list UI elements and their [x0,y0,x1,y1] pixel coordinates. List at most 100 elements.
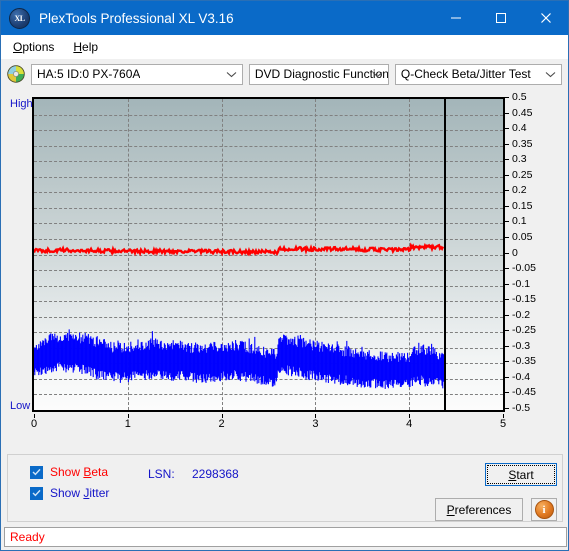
app-icon: XL [9,7,30,29]
optical-disc-icon [7,65,25,83]
x-axis-tick [503,414,504,418]
controls-group: Show Beta Show Jitter LSN: 2298368 Start… [7,454,563,522]
test-select-value: Q-Check Beta/Jitter Test [400,67,531,81]
data-end-marker-line [443,99,446,410]
lsn-label: LSN: [148,467,175,481]
y-axis-tick [505,268,509,270]
window-controls [433,1,568,35]
y-axis-tick-label: -0.2 [512,308,531,321]
function-select-value: DVD Diagnostic Functions [254,67,388,81]
y-axis-tick [505,174,509,176]
y-axis-tick [505,236,509,238]
y-axis-tick-label: 0.3 [512,153,527,166]
menu-item-label: elp [82,39,99,54]
y-axis-tick [505,190,509,192]
window-title: PlexTools Professional XL V3.16 [39,10,234,26]
y-axis-tick [505,128,509,130]
y-axis-tick-label: 0.25 [512,168,533,181]
lsn-value: 2298368 [192,467,239,481]
x-axis-tick-label: 0 [30,418,38,430]
y-axis-tick [505,376,509,378]
title-bar: XL PlexTools Professional XL V3.16 [1,1,568,35]
axis-label-low: Low [10,400,31,412]
selector-toolbar: HA:5 ID:0 PX-760A DVD Diagnostic Functio… [1,59,568,89]
x-axis-tick-label: 2 [218,418,225,430]
status-text: Ready [10,530,45,544]
chevron-down-icon [545,65,556,84]
axis-label-high: High [10,98,33,110]
y-axis-tick-label: -0.5 [512,402,531,414]
menu-item-options[interactable]: Options [9,38,63,56]
y-axis-tick [505,345,509,347]
y-axis-tick [505,205,509,207]
show-beta-label: Show Beta [50,465,109,479]
y-axis-tick-label: 0.05 [512,230,533,243]
y-axis-tick-label: -0.15 [512,293,536,306]
y-axis-tick [505,143,509,145]
y-axis-tick-label: -0.1 [512,277,531,290]
y-axis: 0.5 0.45 0.4 0.35 0.3 0.25 0.2 0.15 0.1 0.05 0 -0.0… [505,91,568,422]
y-axis-tick-label: -0.35 [512,355,536,368]
maximize-icon[interactable] [478,1,523,35]
y-axis-tick [505,330,509,332]
y-axis-tick-label: -0.25 [512,324,536,337]
y-axis-tick [505,252,509,254]
y-axis-tick-label: 0.4 [512,122,527,135]
chevron-down-icon [372,65,383,84]
x-axis-tick [221,414,223,418]
start-button[interactable]: Start [485,463,557,486]
y-axis-tick [505,97,509,98]
y-axis-tick [505,408,509,409]
close-icon[interactable] [523,1,568,35]
y-axis-tick-label: -0.05 [512,262,536,275]
show-jitter-checkbox[interactable] [30,486,43,500]
start-button-label: Start [508,467,534,482]
x-axis-tick [34,414,35,418]
y-axis-tick-label: 0.2 [512,184,527,197]
plot-area [32,97,505,412]
x-axis-tick [409,414,411,418]
preferences-button[interactable]: Preferences [435,498,523,521]
menu-mnemonic: H [73,39,83,54]
series-beta [34,242,445,257]
x-axis-tick-label: 5 [499,418,507,430]
y-axis-tick-label: 0.5 [512,91,527,103]
function-select[interactable]: DVD Diagnostic Functions [248,63,389,85]
y-axis-tick [505,299,509,301]
show-beta-checkbox[interactable] [30,465,43,479]
info-icon: i [534,500,554,519]
y-axis-tick [505,159,509,161]
show-beta-checkbox-row[interactable]: Show Beta [30,465,108,479]
y-axis-tick-label: 0.15 [512,199,533,212]
test-select[interactable]: Q-Check Beta/Jitter Test [394,63,562,85]
menu-item-help[interactable]: Help [69,38,107,56]
y-axis-tick-label: 0.45 [512,106,533,119]
chart-panel: High Low 0.5 0.45 0.4 0.35 0.3 0.25 0.2 0.15 0.1… [7,92,562,445]
plextools-window: XL PlexTools Professional XL V3.16 Optio… [0,0,569,551]
y-axis-tick [505,392,509,394]
y-axis-tick [505,221,509,223]
y-axis-tick [505,112,509,114]
show-jitter-checkbox-row[interactable]: Show Jitter [30,486,109,500]
series-jitter [34,329,445,389]
chevron-down-icon [226,65,237,84]
x-axis-tick-label: 3 [312,418,319,430]
y-axis-tick [505,314,509,316]
x-axis-tick-label: 1 [124,418,131,430]
series-layer [34,242,445,389]
preferences-button-label: Preferences [446,502,512,517]
y-axis-tick-label: -0.45 [512,386,536,399]
y-axis-tick-label: 0.35 [512,137,533,150]
show-jitter-label: Show Jitter [50,486,110,500]
status-bar: Ready [4,527,567,547]
minimize-icon[interactable] [433,1,478,35]
y-axis-tick-label: 0 [512,246,518,259]
x-axis-tick [127,414,129,418]
y-axis-tick-label: 0.1 [512,215,527,228]
info-button[interactable]: i [531,498,557,521]
y-axis-tick [505,361,509,363]
menu-item-label: ptions [22,39,55,54]
drive-select[interactable]: HA:5 ID:0 PX-760A [31,63,243,85]
y-axis-tick [505,283,509,285]
y-axis-tick-label: -0.3 [512,339,531,352]
